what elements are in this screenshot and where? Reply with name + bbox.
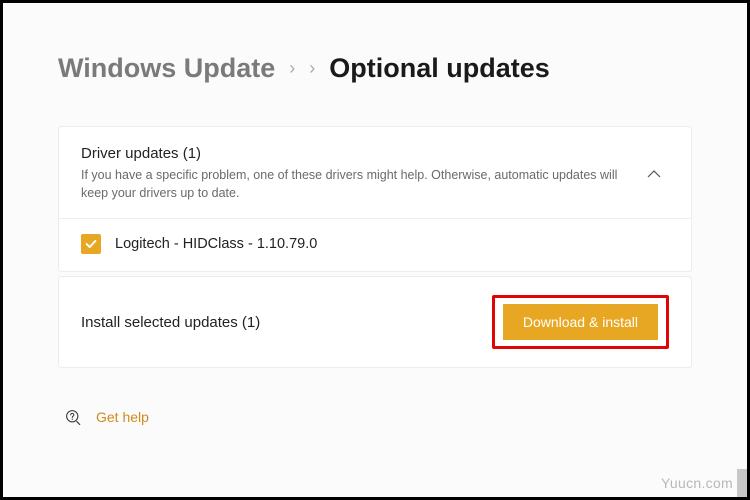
chevron-right-icon: › [289,58,295,79]
install-bar: Install selected updates (1) Download & … [58,276,692,368]
driver-updates-section: Driver updates (1) If you have a specifi… [58,126,692,272]
watermark: Yuucn.com [661,475,733,491]
breadcrumb-current: Optional updates [329,53,550,84]
section-subtitle: If you have a specific problem, one of t… [81,166,621,202]
scrollbar-thumb[interactable] [737,469,747,497]
driver-name: Logitech - HIDClass - 1.10.79.0 [115,236,317,252]
section-title: Driver updates (1) [81,145,639,162]
install-label: Install selected updates (1) [81,314,260,331]
driver-checkbox[interactable] [81,234,101,254]
chevron-up-icon [639,166,669,182]
breadcrumb-parent[interactable]: Windows Update [58,53,275,84]
help-icon [64,408,82,426]
download-install-button[interactable]: Download & install [503,304,658,340]
get-help-link[interactable]: Get help [96,409,149,425]
chevron-right-icon: › [309,58,315,79]
breadcrumb: Windows Update › › Optional updates [58,53,692,84]
section-header[interactable]: Driver updates (1) If you have a specifi… [59,127,691,218]
highlight-annotation: Download & install [492,295,669,349]
driver-row: Logitech - HIDClass - 1.10.79.0 [59,218,691,271]
help-row: Get help [58,408,692,426]
